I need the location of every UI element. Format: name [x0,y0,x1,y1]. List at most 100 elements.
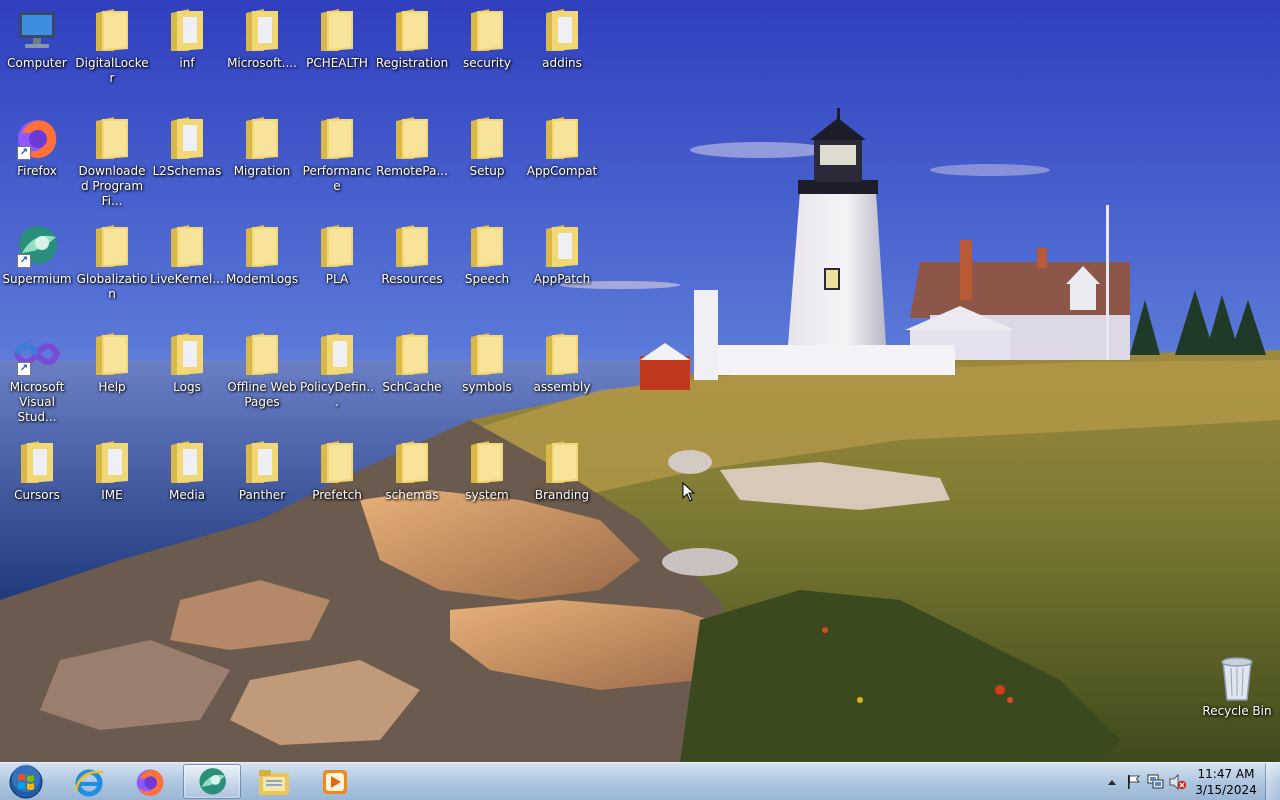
taskbar-button-windows-explorer[interactable] [245,764,303,799]
folder-icon [538,330,586,378]
desktop-icon-speech[interactable]: Speech [450,222,524,287]
taskbar-button-supermium[interactable] [183,764,241,799]
desktop-icon-label: Globalization [76,272,148,301]
folder-icon [463,114,511,162]
desktop-icon-media[interactable]: Media [150,438,224,503]
desktop-icon-policydefinitions[interactable]: PolicyDefin... [300,330,374,410]
desktop-icon-system[interactable]: system [450,438,524,503]
folder-icon [388,438,436,486]
desktop-icon-label: RemotePa... [376,164,448,178]
desktop-icon-apppatch[interactable]: AppPatch [525,222,599,287]
volume-tray-button[interactable] [1167,771,1189,793]
taskbar-button-firefox[interactable] [121,764,179,799]
desktop-icon-label: PolicyDefin... [300,380,374,409]
shortcut-arrow-icon: ↗ [17,362,31,376]
desktop-icon-schcache[interactable]: SchCache [375,330,449,395]
desktop-icon-label: Cursors [14,488,60,502]
desktop-icon-label: PLA [325,272,349,286]
clock-time: 11:47 AM [1197,766,1255,781]
desktop-icon-label: security [463,56,511,70]
folder-icon [313,6,361,54]
desktop-icon-migration[interactable]: Migration [225,114,299,179]
desktop-icon-addins[interactable]: addins [525,6,599,71]
desktop-icon-ime[interactable]: IME [75,438,149,503]
desktop-icon-computer[interactable]: Computer [0,6,74,71]
supermium-icon: ↗ [13,222,61,270]
supermium-icon [199,767,226,795]
folder-icon [463,222,511,270]
desktop-icon-microsoft-folder[interactable]: Microsoft.... [225,6,299,71]
desktop-icon-l2schemas[interactable]: L2Schemas [150,114,224,179]
computer-icon [13,6,61,54]
desktop-icon-inf[interactable]: inf [150,6,224,71]
desktop-icon-performance[interactable]: Performance [300,114,374,194]
network-tray-button[interactable] [1145,771,1167,793]
folder-icon [313,114,361,162]
desktop-icon-setup[interactable]: Setup [450,114,524,179]
desktop-icon-modemlogs[interactable]: ModemLogs [225,222,299,287]
desktop-icon-logs[interactable]: Logs [150,330,224,395]
desktop-icon-prefetch[interactable]: Prefetch [300,438,374,503]
desktop-icon-schemas[interactable]: schemas [375,438,449,503]
show-hidden-icons-button[interactable] [1101,771,1123,793]
desktop-icon-downloaded-program-files[interactable]: Downloaded Program Fi... [75,114,149,209]
desktop-icon-label: Supermium [2,272,72,286]
system-tray: 11:47 AM 3/15/2024 [1101,763,1280,800]
desktop-icon-label: SchCache [382,380,442,394]
folder-icon [13,438,61,486]
desktop-icon-resources[interactable]: Resources [375,222,449,287]
desktop-icon-label: Downloaded Program Fi... [78,164,146,208]
desktop-icon-label: Logs [173,380,201,394]
show-desktop-button[interactable] [1265,763,1280,800]
desktop-icon-label: Microsoft.... [227,56,297,70]
folder-icon [88,6,136,54]
start-button[interactable] [4,764,48,800]
folder-icon [538,222,586,270]
recycle-bin-icon [1213,654,1261,702]
folder-icon [388,114,436,162]
folder-icon [538,438,586,486]
desktop-icon-label: Performance [302,164,372,193]
action-center-tray-button[interactable] [1123,771,1145,793]
desktop-icon-globalization[interactable]: Globalization [75,222,149,302]
desktop-icon-branding[interactable]: Branding [525,438,599,503]
folder-icon [238,114,286,162]
desktop-icon-recycle-bin[interactable]: Recycle Bin [1200,654,1274,719]
desktop-icon-cursors[interactable]: Cursors [0,438,74,503]
desktop-icon-label: Branding [534,488,590,502]
desktop-icon-pchealth[interactable]: PCHEALTH [300,6,374,71]
desktop-icon-panther[interactable]: Panther [225,438,299,503]
taskbar-button-internet-explorer[interactable] [60,764,118,799]
desktop-icon-label: LiveKernel... [150,272,224,286]
desktop-icon-registration[interactable]: Registration [375,6,449,71]
folder-icon [163,6,211,54]
desktop-icon-label: Prefetch [312,488,362,502]
taskbar-clock[interactable]: 11:47 AM 3/15/2024 [1193,766,1259,798]
desktop-icon-security[interactable]: security [450,6,524,71]
taskbar-button-media-player[interactable] [306,764,364,799]
desktop-icon-livekernelreports[interactable]: LiveKernel... [150,222,224,287]
desktop-icon-help[interactable]: Help [75,330,149,395]
desktop-icon-supermium[interactable]: ↗ Supermium [0,222,74,287]
desktop-icon-label: PCHEALTH [306,56,368,70]
folder-icon [163,114,211,162]
folder-icon [313,222,361,270]
desktop-icon-label: Panther [238,488,286,502]
desktop-icon-appcompat[interactable]: AppCompat [525,114,599,179]
folder-icon [313,330,361,378]
desktop-icon-symbols[interactable]: symbols [450,330,524,395]
desktop-icon-assembly[interactable]: assembly [525,330,599,395]
desktop-icon-label: IME [101,488,123,502]
desktop-icon-digitallocker[interactable]: DigitalLocker [75,6,149,86]
desktop-icon-pla[interactable]: PLA [300,222,374,287]
desktop-icon-visual-studio[interactable]: ↗ Microsoft Visual Stud... [0,330,74,425]
folder-icon [238,6,286,54]
desktop-icon-label: Migration [233,164,291,178]
windows-start-icon [9,764,43,799]
desktop-icon-label: AppCompat [526,164,598,178]
folder-icon [163,222,211,270]
desktop-icon-firefox[interactable]: ↗ Firefox [0,114,74,179]
desktop-icon-offline-web-pages[interactable]: Offline Web Pages [225,330,299,410]
folder-icon [538,114,586,162]
desktop-icon-remotepackages[interactable]: RemotePa... [375,114,449,179]
